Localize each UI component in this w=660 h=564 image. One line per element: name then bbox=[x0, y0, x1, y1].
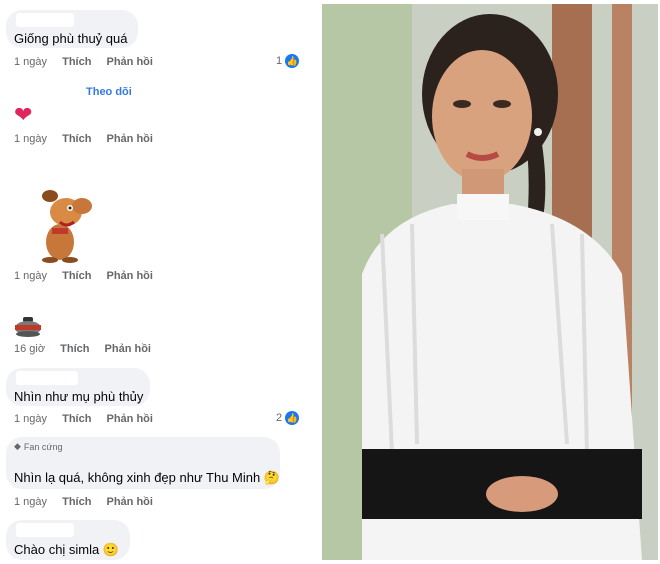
comment-bubble: Giống phù thuỷ quá bbox=[6, 10, 138, 48]
dog-sticker-icon bbox=[30, 184, 94, 264]
comment-text: Chào chị simla 🙂 bbox=[14, 542, 120, 557]
comment-actions: 1 ngày Thích Phản hồi bbox=[14, 56, 165, 68]
comment-time: 1 ngày bbox=[14, 413, 48, 425]
comment-time: 1 ngày bbox=[14, 496, 48, 508]
like-link[interactable]: Thích bbox=[62, 496, 91, 508]
comment-text: Giống phù thuỷ quá bbox=[14, 31, 128, 46]
fan-badge: ◆ Fan cứng bbox=[14, 441, 63, 452]
redacted-name bbox=[16, 13, 74, 27]
redacted-name bbox=[16, 371, 78, 385]
comment-text: Nhìn như mụ phù thủy bbox=[14, 389, 144, 404]
like-link[interactable]: Thích bbox=[60, 343, 89, 355]
like-link[interactable]: Thích bbox=[62, 56, 91, 68]
portrait-photo bbox=[322, 4, 658, 560]
redacted-name bbox=[16, 523, 74, 537]
comment-actions: 16 giờ Thích Phản hồi bbox=[14, 343, 163, 355]
reply-link[interactable]: Phản hồi bbox=[107, 133, 153, 145]
reply-link[interactable]: Phản hồi bbox=[105, 343, 151, 355]
comment-time: 1 ngày bbox=[14, 133, 48, 145]
comment-actions: 1 ngày Thích Phản hồi bbox=[14, 270, 165, 282]
follow-link[interactable]: Theo dõi bbox=[86, 86, 132, 98]
thumbs-up-icon: 👍 bbox=[285, 411, 300, 425]
like-link[interactable]: Thích bbox=[62, 413, 91, 425]
curling-stone-emoji-icon bbox=[14, 316, 42, 338]
comment-text: Nhìn lạ quá, không xinh đẹp như Thu Minh… bbox=[14, 470, 281, 485]
comment-time: 1 ngày bbox=[14, 56, 48, 68]
comment-bubble: Nhìn như mụ phù thủy bbox=[6, 368, 150, 406]
reply-link[interactable]: Phản hồi bbox=[107, 270, 153, 282]
comment-bubble: ◆ Fan cứng Nhìn lạ quá, không xinh đẹp n… bbox=[6, 437, 280, 489]
comment-actions: 1 ngày Thích Phản hồi bbox=[14, 496, 165, 508]
reply-link[interactable]: Phản hồi bbox=[107, 56, 153, 68]
comment-time: 1 ngày bbox=[14, 270, 48, 282]
comment-actions: 1 ngày Thích Phản hồi bbox=[14, 133, 165, 145]
reaction-count[interactable]: 2 👍 bbox=[276, 411, 300, 425]
reply-link[interactable]: Phản hồi bbox=[107, 413, 153, 425]
comments-panel: Giống phù thuỷ quá 1 ngày Thích Phản hồi… bbox=[0, 0, 316, 564]
comment-bubble: Chào chị simla 🙂 bbox=[6, 520, 130, 560]
heart-emoji-icon: ❤ bbox=[14, 102, 33, 127]
comment-time: 16 giờ bbox=[14, 343, 46, 355]
reply-link[interactable]: Phản hồi bbox=[107, 496, 153, 508]
diamond-icon: ◆ bbox=[14, 441, 21, 451]
like-link[interactable]: Thích bbox=[62, 133, 91, 145]
reaction-count[interactable]: 1 👍 bbox=[276, 54, 300, 68]
comment-actions: 1 ngày Thích Phản hồi bbox=[14, 413, 165, 425]
thumbs-up-icon: 👍 bbox=[285, 54, 300, 68]
like-link[interactable]: Thích bbox=[62, 270, 91, 282]
